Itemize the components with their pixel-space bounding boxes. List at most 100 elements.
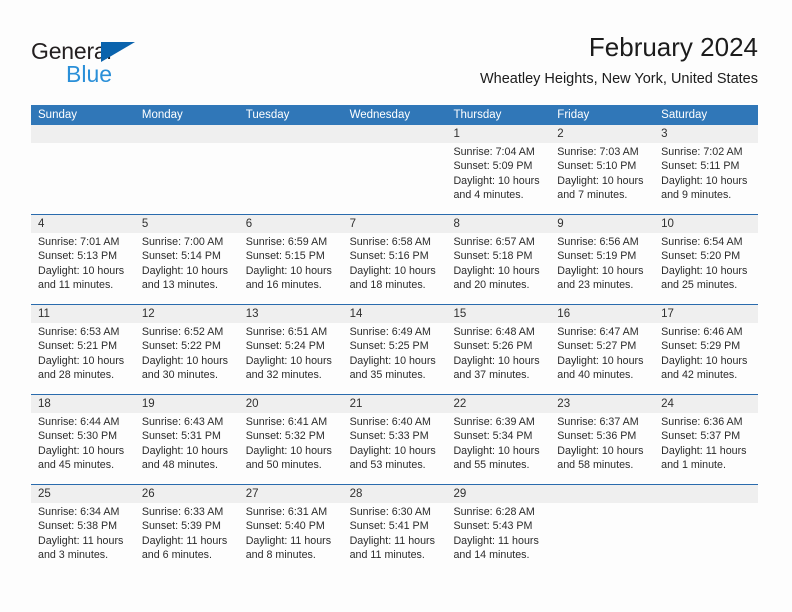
day-cell[interactable]: Sunrise: 6:48 AM Sunset: 5:26 PM Daylight:… <box>446 323 550 394</box>
day-number[interactable]: 9 <box>550 215 654 233</box>
calendar-header-row: Sunday Monday Tuesday Wednesday Thursday Frid… <box>31 105 758 125</box>
day-cell[interactable]: Sunrise: 6:30 AM Sunset: 5:41 PM Daylight:… <box>343 503 447 574</box>
sunset-time: Sunset: 5:33 PM <box>349 430 429 443</box>
day-cell[interactable]: Sunrise: 6:33 AM Sunset: 5:39 PM Daylight:… <box>135 503 239 574</box>
location-subtitle: Wheatley Heights, New York, United State… <box>479 71 758 87</box>
day-cell[interactable]: Sunrise: 6:57 AM Sunset: 5:18 PM Daylight:… <box>446 233 550 304</box>
day-cell[interactable]: Sunrise: 6:53 AM Sunset: 5:21 PM Daylight:… <box>31 323 135 394</box>
day-number[interactable]: 5 <box>135 215 239 233</box>
day-number[interactable]: 2 <box>550 125 654 143</box>
day-cell[interactable]: Sunrise: 6:56 AM Sunset: 5:19 PM Daylight:… <box>550 233 654 304</box>
column-header-thursday: Thursday <box>453 109 502 121</box>
sunset-time: Sunset: 5:41 PM <box>349 520 429 533</box>
day-cell[interactable]: Sunrise: 6:47 AM Sunset: 5:27 PM Daylight:… <box>550 323 654 394</box>
daylight-duration-line1: Daylight: 10 hours <box>661 174 748 187</box>
daylight-duration-line2: and 40 minutes. <box>557 369 634 382</box>
day-number[interactable]: 24 <box>654 395 758 413</box>
day-number[interactable]: 4 <box>31 215 135 233</box>
day-cell[interactable]: Sunrise: 6:59 AM Sunset: 5:15 PM Daylight:… <box>239 233 343 304</box>
day-number[interactable]: 25 <box>31 485 135 503</box>
day-number[interactable]: 15 <box>446 305 550 323</box>
brand-logo-top: General <box>31 38 231 65</box>
sunrise-time: Sunrise: 6:41 AM <box>245 416 328 428</box>
day-cell[interactable]: Sunrise: 6:43 AM Sunset: 5:31 PM Daylight:… <box>135 413 239 484</box>
daylight-duration-line2: and 16 minutes. <box>245 279 322 292</box>
daylight-duration-line2: and 58 minutes. <box>557 459 634 472</box>
day-number[interactable]: 3 <box>654 125 758 143</box>
daylight-duration-line2: and 8 minutes. <box>245 549 316 562</box>
daylight-duration-line2: and 32 minutes. <box>245 369 322 382</box>
sunrise-time: Sunrise: 6:43 AM <box>141 416 224 428</box>
daylight-duration-line1: Daylight: 10 hours <box>245 354 332 367</box>
daylight-duration-line2: and 28 minutes. <box>38 369 115 382</box>
day-cell[interactable]: Sunrise: 6:36 AM Sunset: 5:37 PM Daylight:… <box>654 413 758 484</box>
day-number[interactable]: 29 <box>446 485 550 503</box>
day-cell[interactable]: Sunrise: 6:28 AM Sunset: 5:43 PM Daylight:… <box>446 503 550 574</box>
day-number[interactable]: 14 <box>343 305 447 323</box>
day-number[interactable]: 21 <box>343 395 447 413</box>
daylight-duration-line1: Daylight: 10 hours <box>453 354 540 367</box>
column-header-sunday: Sunday <box>38 109 78 121</box>
daylight-duration-line2: and 42 minutes. <box>661 369 738 382</box>
day-number[interactable]: 23 <box>550 395 654 413</box>
brand-logo[interactable]: General Blue <box>31 38 231 94</box>
day-cell[interactable]: Sunrise: 6:51 AM Sunset: 5:24 PM Daylight:… <box>239 323 343 394</box>
day-number[interactable]: 7 <box>343 215 447 233</box>
day-cell[interactable]: Sunrise: 6:39 AM Sunset: 5:34 PM Daylight:… <box>446 413 550 484</box>
day-cell[interactable]: Sunrise: 6:34 AM Sunset: 5:38 PM Daylight:… <box>31 503 135 574</box>
day-cell[interactable]: Sunrise: 6:49 AM Sunset: 5:25 PM Daylight:… <box>343 323 447 394</box>
day-cell[interactable]: Sunrise: 7:02 AM Sunset: 5:11 PM Daylight:… <box>654 143 758 214</box>
day-number[interactable]: 20 <box>239 395 343 413</box>
day-number[interactable]: 26 <box>135 485 239 503</box>
daylight-duration-line1: Daylight: 11 hours <box>453 534 539 547</box>
calendar-week-row: 4 5 6 7 8 9 10 Sunrise: 7:01 AM Sunset: 5:13 PM D… <box>31 214 758 304</box>
sunset-time: Sunset: 5:24 PM <box>245 340 325 353</box>
day-cell[interactable]: Sunrise: 7:03 AM Sunset: 5:10 PM Daylight:… <box>550 143 654 214</box>
sunrise-time: Sunrise: 6:58 AM <box>349 236 431 248</box>
day-cell[interactable]: Sunrise: 6:52 AM Sunset: 5:22 PM Daylight:… <box>135 323 239 394</box>
day-cell[interactable]: Sunrise: 6:46 AM Sunset: 5:29 PM Daylight:… <box>654 323 758 394</box>
calendar-grid: Sunday Monday Tuesday Wednesday Thursday Frid… <box>31 105 758 574</box>
day-cell[interactable]: Sunrise: 6:37 AM Sunset: 5:36 PM Daylight:… <box>550 413 654 484</box>
day-number[interactable]: 6 <box>239 215 343 233</box>
day-number[interactable]: 17 <box>654 305 758 323</box>
sunrise-time: Sunrise: 6:40 AM <box>349 416 431 428</box>
day-cell[interactable]: Sunrise: 6:58 AM Sunset: 5:16 PM Daylight:… <box>343 233 447 304</box>
calendar-weeks: 1 2 3 Sunrise: 7:04 AM Sunset: 5:09 PM Daylig… <box>31 125 758 574</box>
day-number[interactable]: 13 <box>239 305 343 323</box>
sunrise-time: Sunrise: 6:52 AM <box>141 326 224 338</box>
day-cell[interactable]: Sunrise: 7:00 AM Sunset: 5:14 PM Daylight:… <box>135 233 239 304</box>
day-cell[interactable]: Sunrise: 7:04 AM Sunset: 5:09 PM Daylight:… <box>446 143 550 214</box>
daylight-duration-line1: Daylight: 10 hours <box>245 444 332 457</box>
day-number[interactable]: 18 <box>31 395 135 413</box>
sunrise-time: Sunrise: 6:47 AM <box>557 326 639 338</box>
day-number[interactable]: 16 <box>550 305 654 323</box>
sunset-time: Sunset: 5:39 PM <box>141 520 221 533</box>
brand-name-general: General <box>31 38 112 64</box>
day-number-empty <box>135 125 239 143</box>
column-header-wednesday: Wednesday <box>349 109 411 121</box>
day-number[interactable]: 8 <box>446 215 550 233</box>
day-number-empty <box>654 485 758 503</box>
day-number[interactable]: 27 <box>239 485 343 503</box>
day-cell[interactable]: Sunrise: 6:54 AM Sunset: 5:20 PM Daylight:… <box>654 233 758 304</box>
day-number[interactable]: 22 <box>446 395 550 413</box>
daylight-duration-line1: Daylight: 11 hours <box>245 534 332 547</box>
day-number[interactable]: 28 <box>343 485 447 503</box>
day-number[interactable]: 19 <box>135 395 239 413</box>
day-cell[interactable]: Sunrise: 7:01 AM Sunset: 5:13 PM Daylight:… <box>31 233 135 304</box>
daylight-duration-line1: Daylight: 10 hours <box>453 264 540 277</box>
day-cell[interactable]: Sunrise: 6:31 AM Sunset: 5:40 PM Daylight:… <box>239 503 343 574</box>
day-cell[interactable]: Sunrise: 6:40 AM Sunset: 5:33 PM Daylight:… <box>343 413 447 484</box>
calendar-week-row: 11 12 13 14 15 16 17 Sunrise: 6:53 AM Sunset: 5:… <box>31 304 758 394</box>
day-number[interactable]: 10 <box>654 215 758 233</box>
day-cell[interactable]: Sunrise: 6:41 AM Sunset: 5:32 PM Daylight:… <box>239 413 343 484</box>
day-cell[interactable]: Sunrise: 6:44 AM Sunset: 5:30 PM Daylight:… <box>31 413 135 484</box>
day-number[interactable]: 1 <box>446 125 550 143</box>
day-number[interactable]: 12 <box>135 305 239 323</box>
week-date-number-band: 11 12 13 14 15 16 17 <box>31 305 758 323</box>
day-number[interactable]: 11 <box>31 305 135 323</box>
sunrise-time: Sunrise: 7:02 AM <box>661 146 743 158</box>
daylight-duration-line1: Daylight: 10 hours <box>557 444 644 457</box>
daylight-duration-line2: and 7 minutes. <box>557 189 628 202</box>
